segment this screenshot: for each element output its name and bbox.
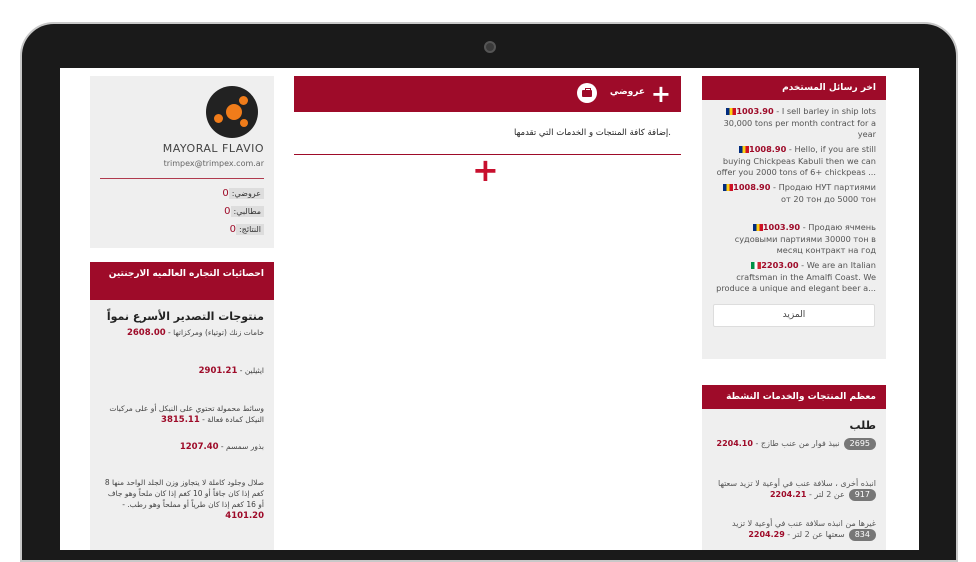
message-item[interactable]: 1003.90 - Продаю ячмень судовыми партиям… — [702, 216, 886, 255]
item-price: 1207.40 — [179, 442, 219, 452]
offers-description: إضافة كافة المنتجات و الخدمات التي تقدمه… — [514, 128, 671, 138]
stat-offers[interactable]: عروضي:0 — [218, 188, 264, 199]
flag-icon — [751, 262, 762, 269]
list-item[interactable]: ايثيلين - 2901.21 — [90, 365, 274, 403]
messages-box: اخر رسائل المستخدم 1003.90 - I sell barl… — [702, 76, 886, 359]
flag-icon — [752, 224, 763, 231]
active-products-header: معظم المنتجات والخدمات النشطة — [702, 385, 886, 409]
plus-icon[interactable]: + — [651, 81, 671, 107]
trade-stats-header: احصائيات التجاره العالميه الارجنتين — [90, 262, 274, 300]
stat-results[interactable]: النتائج:0 — [226, 224, 264, 235]
item-price: 2608.00 — [126, 328, 166, 338]
message-price: 2203.00 — [761, 260, 799, 270]
active-products-box: معظم المنتجات والخدمات النشطة طلب نبيذ ف… — [702, 385, 886, 550]
message-price: 1003.90 — [736, 106, 774, 116]
item-price: 4101.20 — [225, 511, 264, 521]
left-column: MAYORAL FLAVIO trimpex@trimpex.com.ar عر… — [90, 76, 274, 550]
message-item[interactable]: 1008.90 - Продаю НУТ партиями от 20 тон … — [702, 176, 886, 216]
flag-icon — [726, 108, 737, 115]
stat-count: 0 — [222, 188, 229, 199]
list-item[interactable]: غيرها من انبذه سلافة عنب في أوعية لا تزي… — [702, 516, 886, 550]
stat-count: 0 — [224, 206, 231, 217]
avatar[interactable] — [206, 86, 258, 138]
messages-header: اخر رسائل المستخدم — [702, 76, 886, 100]
message-item[interactable]: 1008.90 - Hello, if you are still buying… — [702, 138, 886, 177]
profile-email: trimpex@trimpex.com.ar — [163, 159, 264, 168]
list-item[interactable]: بذور سمسم - 1207.40 — [90, 441, 274, 477]
profile-card: MAYORAL FLAVIO trimpex@trimpex.com.ar عر… — [90, 76, 274, 248]
add-product-button[interactable]: + — [472, 154, 499, 186]
profile-name: MAYORAL FLAVIO — [162, 142, 264, 155]
stat-label: النتائج: — [235, 224, 264, 235]
message-price: 1008.90 — [733, 182, 771, 192]
item-price: 2901.21 — [198, 366, 238, 376]
flag-icon — [723, 184, 734, 191]
divider — [100, 178, 264, 179]
item-price: 3815.11 — [161, 415, 200, 425]
message-price: 1008.90 — [749, 144, 787, 154]
list-item[interactable]: وسائط محمولة تحتوي على النيكل أو على مرك… — [90, 403, 274, 441]
stat-label: مطالبي: — [230, 206, 264, 217]
item-price: 2204.29 — [748, 530, 785, 539]
list-item[interactable]: صلال وجلود كاملة لا يتجاوز وزن الجلد الو… — [90, 477, 274, 522]
trade-stats-box: احصائيات التجاره العالميه الارجنتين منتو… — [90, 262, 274, 550]
active-products-title: طلب — [849, 419, 877, 432]
offers-header[interactable]: + عروضي — [294, 76, 681, 112]
offers-label: عروضي — [609, 87, 645, 97]
item-text: نبيذ فوار من عنب طازج — [760, 439, 840, 448]
message-item[interactable]: 2203.00 - We are an Italian craftsman in… — [702, 254, 886, 293]
item-text: خامات زنك (توتياء) ومركزاتها — [173, 328, 264, 337]
flag-icon — [739, 146, 750, 153]
count-badge: 917 — [848, 489, 876, 501]
message-text: Продаю НУТ партиями от 20 тон до 5000 то… — [778, 182, 876, 204]
middle-column: + عروضي إضافة كافة المنتجات و الخدمات ال… — [294, 76, 681, 186]
list-item[interactable]: خامات زنك (توتياء) ومركزاتها - 2608.00 — [90, 327, 274, 365]
message-item[interactable]: 1003.90 - I sell barley in ship lots 30,… — [702, 100, 886, 139]
item-text: بذور سمسم — [226, 442, 264, 451]
item-text: صلال وجلود كاملة لا يتجاوز وزن الجلد الو… — [104, 478, 264, 509]
right-column: اخر رسائل المستخدم 1003.90 - I sell barl… — [702, 76, 886, 550]
stat-demands[interactable]: مطالبي:0 — [220, 206, 264, 217]
item-price: 2204.10 — [716, 439, 753, 448]
count-badge: 834 — [848, 529, 876, 541]
list-item[interactable]: انبذه أخرى ، سلافة عنب في أوعية لا تزيد … — [702, 476, 886, 516]
item-price: 2204.21 — [769, 490, 807, 499]
count-badge: 2695 — [843, 438, 876, 450]
briefcase-icon — [577, 83, 597, 103]
message-price: 1003.90 — [762, 222, 801, 232]
trade-stats-title: منتوجات التصدير الأسرع نمواً — [106, 310, 264, 323]
list-item[interactable]: نبيذ فوار من عنب طازج - 2204.10 2695 — [702, 436, 886, 476]
more-button[interactable]: المزيد — [713, 304, 875, 327]
camera-icon — [484, 41, 496, 53]
screen: MAYORAL FLAVIO trimpex@trimpex.com.ar عر… — [60, 68, 919, 550]
stat-label: عروضي: — [228, 188, 264, 199]
item-text: ايثيلين — [244, 366, 264, 375]
